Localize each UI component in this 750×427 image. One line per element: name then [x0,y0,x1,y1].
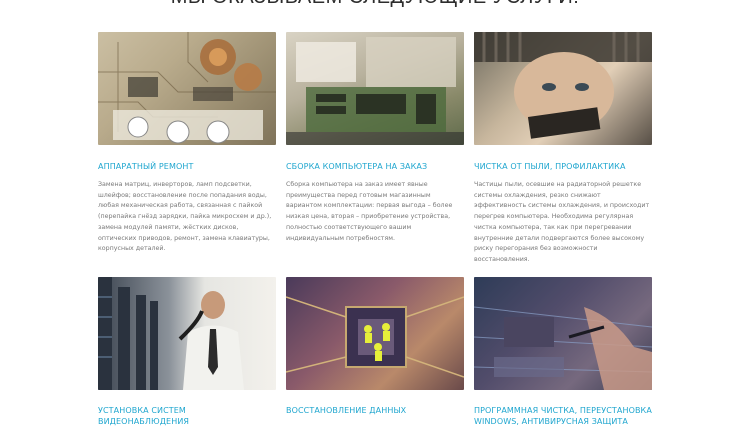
service-title-custom-build[interactable]: СБОРКА КОМПЬЮТЕРА НА ЗАКАЗ [286,161,464,172]
chip-workers-illustration [286,296,464,378]
service-card-hardware-repair[interactable] [98,32,276,145]
cctv-photo[interactable] [98,277,276,390]
service-card-data-recovery[interactable] [286,277,464,390]
service-title-dust-cleaning[interactable]: ЧИСТКА ОТ ПЫЛИ, ПРОФИЛАКТИКА [474,161,652,172]
service-title-hardware-repair[interactable]: АППАРАТНЫЙ РЕМОНТ [98,161,276,172]
service-title-data-recovery[interactable]: ВОССТАНОВЛЕНИЕ ДАННЫХ [286,405,464,416]
technician-illustration [474,32,652,139]
service-title-cctv[interactable]: УСТАНОВКА СИСТЕМ ВИДЕОНАБЛЮДЕНИЯ [98,405,276,427]
motherboard-illustration [286,37,464,145]
service-card-software-cleanup[interactable] [474,277,652,390]
section-heading: МЫ ОКАЗЫВАЕМ СЛЕДУЮЩИЕ УСЛУГИ: [0,0,750,9]
service-desc-custom-build: Сборка компьютера на заказ имеет явные п… [286,181,453,242]
data-recovery-photo[interactable] [286,277,464,390]
software-cleanup-photo[interactable] [474,277,652,390]
service-title-software-cleanup[interactable]: ПРОГРАММНАЯ ЧИСТКА, ПЕРЕУСТАНОВКА WINDOW… [474,405,652,427]
circuit-board-illustration [98,32,276,144]
dust-cleaning-photo[interactable] [474,32,652,145]
custom-build-photo[interactable] [286,32,464,145]
hardware-hands-illustration [474,277,652,390]
server-room-illustration [98,277,244,390]
service-card-cctv[interactable] [98,277,276,390]
service-desc-hardware-repair: Замена матриц, инверторов, ламп подсветк… [98,181,272,253]
service-desc-dust-cleaning: Частицы пыли, осевшие на радиаторной реш… [474,181,650,263]
service-card-custom-build[interactable] [286,32,464,145]
service-card-dust-cleaning[interactable] [474,32,652,145]
hardware-repair-photo[interactable] [98,32,276,145]
